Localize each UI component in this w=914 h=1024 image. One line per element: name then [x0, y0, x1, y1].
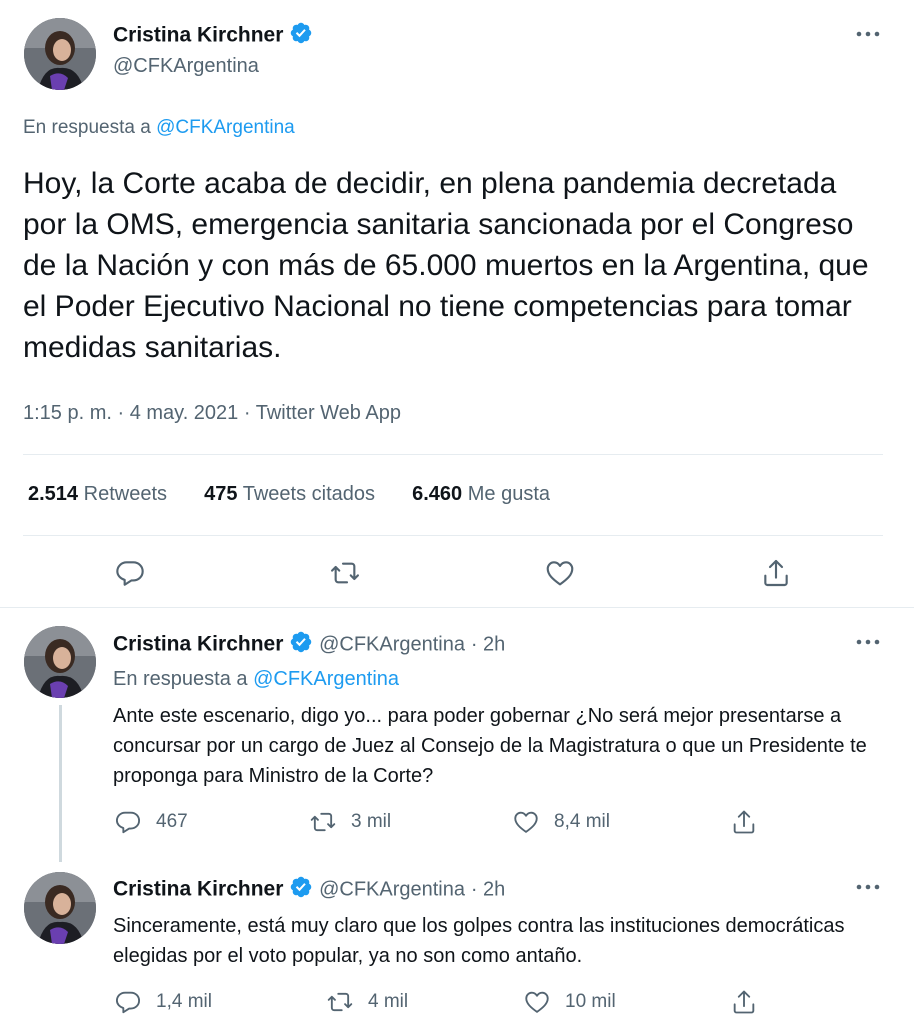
- reply-icon: [116, 561, 144, 586]
- author-name[interactable]: Cristina Kirchner: [113, 878, 283, 901]
- like-button[interactable]: 10 mil: [523, 988, 616, 1016]
- retweets-stat[interactable]: 2.514 Retweets: [28, 483, 173, 505]
- more-options-icon[interactable]: [850, 624, 886, 660]
- avatar[interactable]: [24, 18, 96, 90]
- tweet-text: Ante este escenario, digo yo... para pod…: [113, 705, 867, 787]
- tweet-stats: 2.514 Retweets 475 Tweets citados 6.460 …: [28, 483, 550, 506]
- like-button[interactable]: 8,4 mil: [512, 808, 610, 836]
- divider: [23, 454, 883, 455]
- tweet-text: Hoy, la Corte acaba de decidir, en plena…: [23, 167, 869, 364]
- reply-to-link[interactable]: @CFKArgentina: [253, 668, 399, 690]
- retweet-count: 4 mil: [368, 991, 409, 1012]
- heart-icon: [525, 991, 549, 1013]
- share-icon: [764, 559, 788, 587]
- reply-count: 1,4 mil: [156, 991, 212, 1012]
- reply-count: 467: [156, 811, 188, 832]
- like-count: 10 mil: [565, 991, 616, 1012]
- reply-button[interactable]: [114, 557, 146, 589]
- divider: [23, 535, 883, 536]
- tweet-text: Sinceramente, está muy claro que los gol…: [113, 915, 845, 967]
- verified-badge-icon: [289, 630, 313, 660]
- more-options-icon[interactable]: [850, 869, 886, 905]
- like-button[interactable]: [544, 557, 576, 589]
- share-button[interactable]: [760, 557, 792, 589]
- likes-stat[interactable]: 6.460 Me gusta: [412, 483, 550, 505]
- retweets-label: Retweets: [83, 483, 167, 505]
- retweet-button[interactable]: [329, 557, 361, 589]
- tweet-timestamp[interactable]: 1:15 p. m. · 4 may. 2021 · Twitter Web A…: [23, 402, 401, 425]
- retweet-icon: [310, 812, 336, 832]
- heart-icon: [546, 561, 574, 586]
- retweet-icon: [327, 992, 353, 1012]
- tweet-time[interactable]: · 2h: [471, 879, 505, 901]
- heart-icon: [514, 811, 538, 833]
- tweet-time[interactable]: · 2h: [471, 634, 505, 656]
- share-button[interactable]: [730, 808, 758, 836]
- reply-icon: [115, 991, 141, 1014]
- author-handle[interactable]: @CFKArgentina: [319, 879, 465, 901]
- reply-to-link[interactable]: @CFKArgentina: [156, 117, 295, 138]
- like-count: 8,4 mil: [554, 811, 610, 832]
- share-icon: [733, 990, 755, 1014]
- likes-count: 6.460: [412, 483, 463, 505]
- reply-prefix: En respuesta a: [113, 668, 248, 690]
- share-icon: [733, 810, 755, 834]
- retweet-button[interactable]: 3 mil: [309, 808, 391, 836]
- reply-button[interactable]: 1,4 mil: [114, 988, 212, 1016]
- reply-context: En respuesta a @CFKArgentina: [113, 668, 399, 691]
- retweets-count: 2.514: [28, 483, 79, 505]
- retweet-button[interactable]: 4 mil: [326, 988, 408, 1016]
- avatar[interactable]: [24, 626, 96, 698]
- divider: [0, 607, 914, 608]
- more-options-icon[interactable]: [850, 16, 886, 52]
- thread-line: [59, 705, 62, 862]
- quotes-label: Tweets citados: [242, 483, 375, 505]
- quotes-count: 475: [204, 483, 238, 505]
- author-name[interactable]: Cristina Kirchner: [113, 633, 283, 656]
- author-handle[interactable]: @CFKArgentina: [319, 634, 465, 656]
- avatar[interactable]: [24, 872, 96, 944]
- quotes-stat[interactable]: 475 Tweets citados: [204, 483, 380, 505]
- share-button[interactable]: [730, 988, 758, 1016]
- author-handle[interactable]: @CFKArgentina: [113, 55, 259, 78]
- verified-badge-icon: [289, 875, 313, 905]
- retweet-count: 3 mil: [351, 811, 392, 832]
- reply-button[interactable]: 467: [114, 808, 188, 836]
- retweet-icon: [331, 562, 359, 584]
- reply-context: En respuesta a @CFKArgentina: [23, 117, 295, 139]
- author-name[interactable]: Cristina Kirchner: [113, 24, 283, 47]
- verified-badge-icon: [289, 21, 313, 51]
- reply-icon: [115, 811, 141, 834]
- likes-label: Me gusta: [467, 483, 551, 505]
- reply-prefix: En respuesta a: [23, 117, 151, 138]
